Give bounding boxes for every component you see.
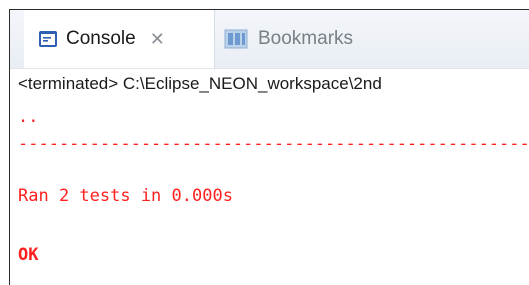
console-output[interactable]: .. -------------------------------------… bbox=[10, 99, 529, 285]
console-icon bbox=[38, 30, 58, 48]
tab-console[interactable]: Console ✕ bbox=[24, 10, 215, 68]
tab-console-label: Console bbox=[66, 28, 136, 49]
view-tab-bar: Console ✕ Bookmarks bbox=[10, 10, 529, 69]
tab-bookmarks[interactable]: Bookmarks bbox=[224, 10, 353, 68]
terminated-status-line: <terminated> C:\Eclipse_NEON_workspace\2… bbox=[10, 69, 529, 99]
bookmarks-icon bbox=[224, 28, 250, 50]
console-line-result: Ran 2 tests in 0.000s bbox=[18, 186, 233, 206]
tab-bookmarks-label: Bookmarks bbox=[258, 28, 354, 49]
console-view: Console ✕ Bookmarks <terminated> C:\Ecli… bbox=[9, 9, 529, 285]
close-icon[interactable]: ✕ bbox=[150, 29, 165, 50]
console-line-dots: .. bbox=[18, 107, 39, 127]
console-line-separator: ----------------------------------------… bbox=[18, 134, 529, 154]
console-line-ok: OK bbox=[18, 245, 39, 265]
